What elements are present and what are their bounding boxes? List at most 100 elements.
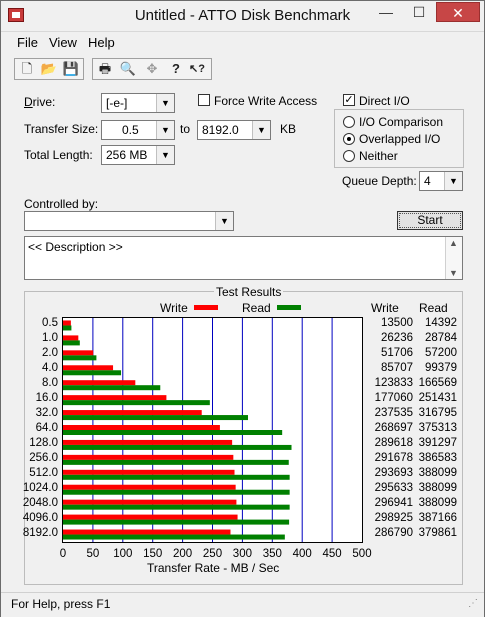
legend-read-swatch xyxy=(277,305,301,310)
x-tick-label: 350 xyxy=(262,548,282,560)
transfer-size-tick-label: 8.0 xyxy=(42,377,58,390)
transfer-size-tick-label: 32.0 xyxy=(35,407,58,420)
write-value: 295633 xyxy=(374,481,413,494)
test-results-title: Test Results xyxy=(214,285,284,299)
minimize-button[interactable]: — xyxy=(369,2,403,22)
chevron-down-icon[interactable]: ▼ xyxy=(252,121,270,139)
menu-help[interactable]: Help xyxy=(88,35,115,50)
neither-label: Neither xyxy=(359,149,398,163)
write-bar xyxy=(63,350,94,356)
move-icon[interactable]: ✥ xyxy=(143,61,161,77)
drive-label: Drive: xyxy=(24,95,55,109)
chevron-down-icon[interactable]: ▼ xyxy=(215,212,233,230)
drive-label-mnemonic: D xyxy=(24,95,33,109)
queue-depth-select[interactable]: 4 ▼ xyxy=(419,171,463,191)
write-bar xyxy=(63,395,167,401)
transfer-size-tick-label: 1.0 xyxy=(42,332,58,345)
description-box[interactable]: << Description >> ▲ ▼ xyxy=(24,236,463,280)
read-value: 387166 xyxy=(418,511,457,524)
write-value: 177060 xyxy=(374,392,413,405)
read-value: 14392 xyxy=(425,317,457,330)
new-icon[interactable]: 🗋 xyxy=(18,61,36,77)
write-bar xyxy=(63,380,136,386)
read-bar xyxy=(63,355,97,361)
read-value: 388099 xyxy=(418,481,457,494)
chevron-down-icon[interactable]: ▼ xyxy=(156,121,174,139)
read-bar xyxy=(63,474,290,480)
transfer-size-tick-label: 2048.0 xyxy=(22,496,58,509)
description-scrollbar[interactable]: ▲ ▼ xyxy=(445,237,462,279)
write-bar xyxy=(63,439,233,445)
transfer-size-tick-label: 256.0 xyxy=(29,451,58,464)
description-text: << Description >> xyxy=(28,240,123,254)
menu-file[interactable]: File xyxy=(17,35,38,50)
scroll-up-icon[interactable]: ▲ xyxy=(446,238,461,248)
total-length-label: Total Length: xyxy=(24,148,93,162)
neither-radio[interactable] xyxy=(343,150,355,162)
x-tick-label: 400 xyxy=(292,548,312,560)
resize-grip-icon[interactable]: ⋰ xyxy=(468,598,478,609)
direct-io-checkbox[interactable]: ✓ xyxy=(343,94,355,106)
context-help-icon[interactable]: ↖? xyxy=(188,61,206,77)
total-length-value: 256 MB xyxy=(106,148,148,162)
read-value: 388099 xyxy=(418,496,457,509)
title-bar[interactable]: Untitled - ATTO Disk Benchmark — ☐ ✕ xyxy=(1,1,484,32)
menu-view[interactable]: View xyxy=(49,35,77,50)
controlled-by-select[interactable]: ▼ xyxy=(24,211,234,231)
read-bar xyxy=(63,370,122,376)
read-bar xyxy=(63,519,290,525)
io-comparison-radio[interactable] xyxy=(343,116,355,128)
print-preview-icon[interactable]: 🔍 xyxy=(119,61,137,77)
x-tick-label: 300 xyxy=(232,548,252,560)
write-value: 289618 xyxy=(374,436,413,449)
transfer-size-tick-label: 4.0 xyxy=(42,362,58,375)
read-bar xyxy=(63,385,161,391)
total-length-select[interactable]: 256 MB ▼ xyxy=(101,145,175,165)
write-bar xyxy=(63,499,237,505)
transfer-size-tick-label: 512.0 xyxy=(29,466,58,479)
transfer-size-to-value: 8192.0 xyxy=(202,123,239,137)
transfer-size-label: Transfer Size: xyxy=(24,122,99,136)
x-tick-label: 100 xyxy=(113,548,133,560)
read-value: 386583 xyxy=(418,451,457,464)
read-bar xyxy=(63,340,80,346)
chevron-down-icon[interactable]: ▼ xyxy=(156,146,174,164)
legend-write-label: Write xyxy=(160,301,188,315)
chevron-down-icon[interactable]: ▼ xyxy=(444,172,462,190)
write-bar xyxy=(63,469,235,475)
scroll-down-icon[interactable]: ▼ xyxy=(446,268,461,278)
maximize-button[interactable]: ☐ xyxy=(402,2,436,22)
write-bar xyxy=(63,320,71,326)
print-icon[interactable]: 🖶 xyxy=(96,61,114,77)
status-bar: For Help, press F1 ⋰ xyxy=(1,592,484,617)
transfer-size-tick-label: 0.5 xyxy=(42,317,58,330)
read-bar xyxy=(63,504,290,510)
force-write-access-checkbox[interactable] xyxy=(198,94,210,106)
x-tick-label: 500 xyxy=(352,548,372,560)
open-icon[interactable]: 📂 xyxy=(40,61,58,77)
write-value: 286790 xyxy=(374,526,413,539)
x-axis-label: Transfer Rate - MB / Sec xyxy=(147,561,280,575)
transfer-size-tick-label: 128.0 xyxy=(29,436,58,449)
write-bar xyxy=(63,335,79,341)
chevron-down-icon[interactable]: ▼ xyxy=(156,94,174,112)
write-value: 51706 xyxy=(381,347,413,360)
close-button[interactable]: ✕ xyxy=(436,2,480,22)
drive-label-text: rive: xyxy=(32,95,56,109)
transfer-size-to-select[interactable]: 8192.0 ▼ xyxy=(197,120,271,140)
start-button[interactable]: Start xyxy=(397,211,463,230)
read-value: 166569 xyxy=(418,377,457,390)
legend-write-swatch xyxy=(194,305,218,310)
drive-select[interactable]: [-e-] ▼ xyxy=(101,93,175,113)
transfer-size-tick-label: 16.0 xyxy=(35,392,58,405)
read-bar xyxy=(63,430,283,435)
overlapped-io-radio[interactable] xyxy=(343,133,355,145)
overlapped-io-label: Overlapped I/O xyxy=(359,132,441,146)
read-value: 379861 xyxy=(418,526,457,539)
write-bar xyxy=(63,410,202,416)
read-value: 316795 xyxy=(418,407,457,420)
help-icon[interactable]: ? xyxy=(167,61,185,77)
save-icon[interactable]: 💾 xyxy=(62,61,80,77)
direct-io-label: Direct I/O xyxy=(359,94,410,108)
transfer-size-from-select[interactable]: 0.5 ▼ xyxy=(101,120,175,140)
